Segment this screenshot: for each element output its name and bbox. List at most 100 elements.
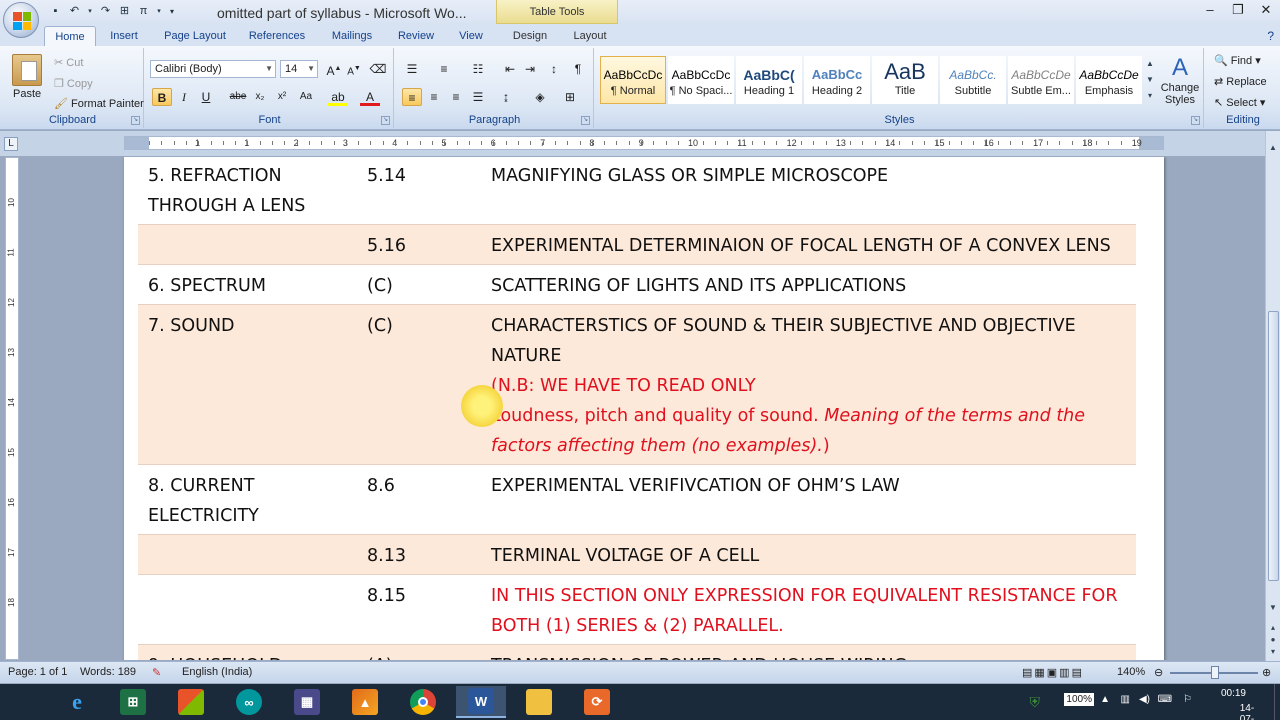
excel-taskbar[interactable]: ⊞ xyxy=(108,686,158,718)
tab-page-layout[interactable]: Page Layout xyxy=(160,26,230,46)
style-subtitle[interactable]: AaBbCc. Subtitle xyxy=(940,56,1006,104)
style-title[interactable]: AaB Title xyxy=(872,56,938,104)
style-subtle-emphasis[interactable]: AaBbCcDe Subtle Em... xyxy=(1008,56,1074,104)
word-taskbar[interactable]: W xyxy=(456,686,506,718)
increase-indent-icon[interactable]: ⇥ xyxy=(520,60,540,78)
align-right-icon[interactable]: ≡ xyxy=(446,88,466,106)
office-button[interactable] xyxy=(3,2,39,38)
language-indicator[interactable]: English (India) xyxy=(182,666,252,678)
table-insert-icon[interactable]: ⊞ xyxy=(117,4,132,19)
paragraph-dialog-launcher[interactable]: ↘ xyxy=(581,116,590,125)
office-apps-taskbar[interactable] xyxy=(166,686,216,718)
internet-explorer-taskbar[interactable]: e xyxy=(52,686,102,718)
font-name-combo[interactable]: Calibri (Body) ▼ xyxy=(150,60,276,78)
tab-design[interactable]: Design xyxy=(506,26,554,46)
topic-cell[interactable]: EXPERIMENTAL DETERMINAION OF FOCAL LENGT… xyxy=(481,224,1136,265)
styles-dialog-launcher[interactable]: ↘ xyxy=(1191,116,1200,125)
change-case-icon[interactable]: Aa xyxy=(296,88,316,106)
select-button[interactable]: ↖ Select ▾ xyxy=(1214,96,1265,109)
chrome-taskbar[interactable] xyxy=(398,686,448,718)
style-normal[interactable]: AaBbCcDc ¶ Normal xyxy=(600,56,666,104)
copy-button[interactable]: ❐ Copy xyxy=(54,77,93,90)
show-marks-icon[interactable]: ¶ xyxy=(568,60,588,78)
page-count[interactable]: Page: 1 of 1 xyxy=(8,666,67,678)
close-button[interactable]: ✕ xyxy=(1252,0,1280,20)
table-row[interactable]: 9. HOUSEHOLD CIRCUITS(A) TRANSMISSION OF … xyxy=(138,644,1136,660)
bullets-icon[interactable]: ☰ xyxy=(402,60,422,78)
security-shield-icon[interactable]: ⛨ xyxy=(1030,694,1041,711)
superscript-icon[interactable]: x² xyxy=(272,88,292,106)
chapter-cell[interactable]: 6. SPECTRUM xyxy=(138,264,357,305)
matlab-taskbar[interactable]: ▲ xyxy=(340,686,390,718)
code-cell[interactable]: 8.13 xyxy=(357,534,481,575)
minimize-button[interactable]: – xyxy=(1196,0,1224,20)
topic-cell[interactable]: MAGNIFYING GLASS OR SIMPLE MICROSCOPE xyxy=(481,157,1136,225)
syllabus-table[interactable]: 5. REFRACTION THROUGH A LENS 5.14 MAGNIFYI… xyxy=(138,157,1136,660)
code-cell[interactable]: 5.14 xyxy=(357,157,481,225)
next-page-icon[interactable]: ▾ xyxy=(1266,645,1280,659)
table-row[interactable]: 8.15 IN THIS SECTION ONLY EXPRESSION FOR … xyxy=(138,574,1136,645)
font-size-combo[interactable]: 14 ▼ xyxy=(280,60,318,78)
borders-icon[interactable]: ⊞ xyxy=(560,88,580,106)
zoom-slider-thumb[interactable] xyxy=(1211,666,1219,679)
code-cell[interactable]: 5.16 xyxy=(357,224,481,265)
table-row[interactable]: 8. CURRENT ELECTRICITY 8.6 EXPERIMENTAL VE… xyxy=(138,464,1136,535)
multilevel-list-icon[interactable]: ☷ xyxy=(468,60,488,78)
topic-cell[interactable]: SCATTERING OF LIGHTS AND ITS APPLICATION… xyxy=(481,264,1136,305)
arduino-taskbar[interactable]: ∞ xyxy=(224,686,274,718)
topic-cell[interactable]: CHARACTERSTICS OF SOUND & THEIR SUBJECTI… xyxy=(481,304,1136,465)
topic-cell[interactable]: IN THIS SECTION ONLY EXPRESSION FOR EQUI… xyxy=(481,574,1136,645)
table-row[interactable]: 8.13 TERMINAL VOLTAGE OF A CELL xyxy=(138,534,1136,575)
tab-view[interactable]: View xyxy=(452,26,490,46)
help-icon[interactable]: ? xyxy=(1267,29,1274,43)
paste-button[interactable]: Paste xyxy=(13,88,41,100)
line-spacing-icon[interactable]: ↨ xyxy=(496,88,516,106)
underline-icon[interactable]: U xyxy=(196,88,216,106)
vertical-scrollbar[interactable]: ▲ ▼ ▴ ● ▾ xyxy=(1265,131,1280,661)
align-center-icon[interactable]: ≡ xyxy=(424,88,444,106)
undo-icon[interactable]: ↶ xyxy=(67,4,82,19)
topic-cell[interactable]: TERMINAL VOLTAGE OF A CELL xyxy=(481,534,1136,575)
chapter-cell[interactable]: 8. CURRENT ELECTRICITY xyxy=(138,464,357,535)
show-hidden-icons-icon[interactable]: ▲ xyxy=(1100,694,1110,705)
zoom-out-icon[interactable]: ⊖ xyxy=(1154,666,1163,679)
vertical-ruler[interactable]: 10 11 12 13 14 15 16 17 18 xyxy=(5,157,19,660)
paste-icon[interactable] xyxy=(12,54,42,86)
chapter-cell[interactable] xyxy=(138,574,357,645)
code-cell[interactable]: (A) xyxy=(357,644,481,660)
chapter-cell[interactable] xyxy=(138,534,357,575)
align-left-icon[interactable]: ≡ xyxy=(402,88,422,106)
font-color-icon[interactable]: A xyxy=(360,88,380,106)
proofing-icon[interactable]: ✎ xyxy=(152,666,161,679)
view-buttons[interactable]: ▤▦▣▥▤ xyxy=(1022,666,1084,679)
style-emphasis[interactable]: AaBbCcDe Emphasis xyxy=(1076,56,1142,104)
style-no-spacing[interactable]: AaBbCcDc ¶ No Spaci... xyxy=(668,56,734,104)
bold-icon[interactable]: B xyxy=(152,88,172,106)
action-center-icon[interactable]: ⚐ xyxy=(1183,694,1192,705)
tab-review[interactable]: Review xyxy=(394,26,438,46)
show-desktop-button[interactable] xyxy=(1274,684,1280,720)
tab-references[interactable]: References xyxy=(246,26,308,46)
chapter-cell[interactable]: 5. REFRACTION THROUGH A LENS xyxy=(138,157,357,225)
table-row[interactable]: 5.16 EXPERIMENTAL DETERMINAION OF FOCAL L… xyxy=(138,224,1136,265)
styles-scroll[interactable]: ▲ ▼ ▾ xyxy=(1144,56,1156,104)
font-dialog-launcher[interactable]: ↘ xyxy=(381,116,390,125)
calculator-taskbar[interactable]: ▦ xyxy=(282,686,332,718)
tab-layout[interactable]: Layout xyxy=(566,26,614,46)
pi-dropdown-icon[interactable]: ▾ xyxy=(155,4,163,19)
subscript-icon[interactable]: x₂ xyxy=(250,88,270,106)
topic-cell[interactable]: TRANSMISSION OF POWER AND HOUSE WIRING xyxy=(481,644,1136,660)
table-row[interactable]: 5. REFRACTION THROUGH A LENS 5.14 MAGNIFYI… xyxy=(138,157,1136,225)
word-count[interactable]: Words: 189 xyxy=(80,666,136,678)
start-button[interactable] xyxy=(0,686,50,718)
cut-button[interactable]: ✂ Cut xyxy=(54,56,83,69)
topic-cell[interactable]: EXPERIMENTAL VERIFIVCATION OF OHM’S LAW xyxy=(481,464,1136,535)
format-painter-button[interactable]: 🖌 Format Painter xyxy=(54,97,144,110)
code-cell[interactable]: 8.15 xyxy=(357,574,481,645)
find-button[interactable]: 🔍 Find ▾ xyxy=(1214,54,1261,67)
code-cell[interactable]: (C) xyxy=(357,264,481,305)
restore-button[interactable]: ❐ xyxy=(1224,0,1252,20)
shading-icon[interactable]: ◈ xyxy=(530,88,550,106)
horizontal-ruler[interactable]: 112345678910111213141516171819 xyxy=(124,136,1164,150)
table-row[interactable]: 6. SPECTRUM (C) SCATTERING OF LIGHTS AND I… xyxy=(138,264,1136,305)
